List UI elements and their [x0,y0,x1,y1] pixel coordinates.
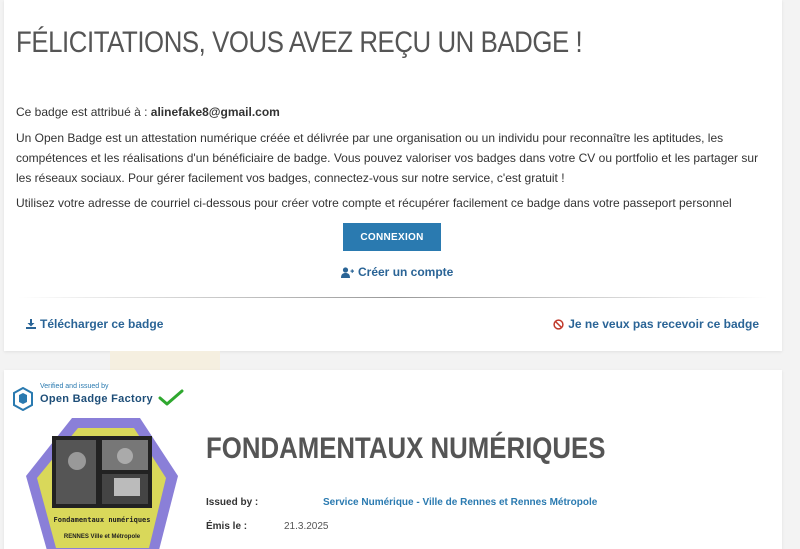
claim-card: FÉLICITATIONS, VOUS AVEZ REÇU UN BADGE !… [4,0,782,351]
page-title: FÉLICITATIONS, VOUS AVEZ REÇU UN BADGE ! [16,26,583,59]
connect-button[interactable]: CONNEXION [343,223,441,251]
refuse-label: Je ne veux pas recevoir ce badge [568,317,759,331]
recipient-email: alinefake8@gmail.com [150,105,280,119]
divider [18,297,768,298]
instruction-text: Utilisez votre adresse de courriel ci-de… [16,196,732,210]
download-icon [26,319,36,329]
badge-image-caption: Fondamentaux numériques [54,516,151,524]
user-plus-icon [341,266,354,278]
recipient-line: Ce badge est attribué à : alinefake8@gma… [16,102,280,122]
badge-image-logo: RENNES Ville et Métropole [64,534,141,540]
refuse-badge-link[interactable]: Je ne veux pas recevoir ce badge [553,317,759,331]
issued-on-label: Émis le : [206,521,248,532]
ban-icon [553,318,564,330]
download-label: Télécharger ce badge [40,317,164,331]
create-account-link[interactable]: Créer un compte [341,265,453,279]
download-badge-link[interactable]: Télécharger ce badge [26,317,163,331]
badge-image: Fondamentaux numériques RENNES Ville et … [26,418,178,549]
issued-on-value: 21.3.2025 [284,521,329,532]
issued-by-label: Issued by : [206,497,259,508]
badge-title: FONDAMENTAUX NUMÉRIQUES [206,432,606,465]
recipient-prefix: Ce badge est attribué à : [16,105,151,119]
brand-name: Open Badge Factory [40,393,153,405]
decorative-strip [110,351,220,370]
open-badge-factory-logo-icon [13,387,33,411]
checkmark-icon [158,389,184,406]
intro-text: Un Open Badge est un attestation numériq… [16,131,759,185]
create-account-label: Créer un compte [358,265,454,279]
issuer-link[interactable]: Service Numérique - Ville de Rennes et R… [323,497,597,508]
verified-caption: Verified and issued by [40,383,109,390]
verified-issuer: Verified and issued by Open Badge Factor… [12,383,212,413]
